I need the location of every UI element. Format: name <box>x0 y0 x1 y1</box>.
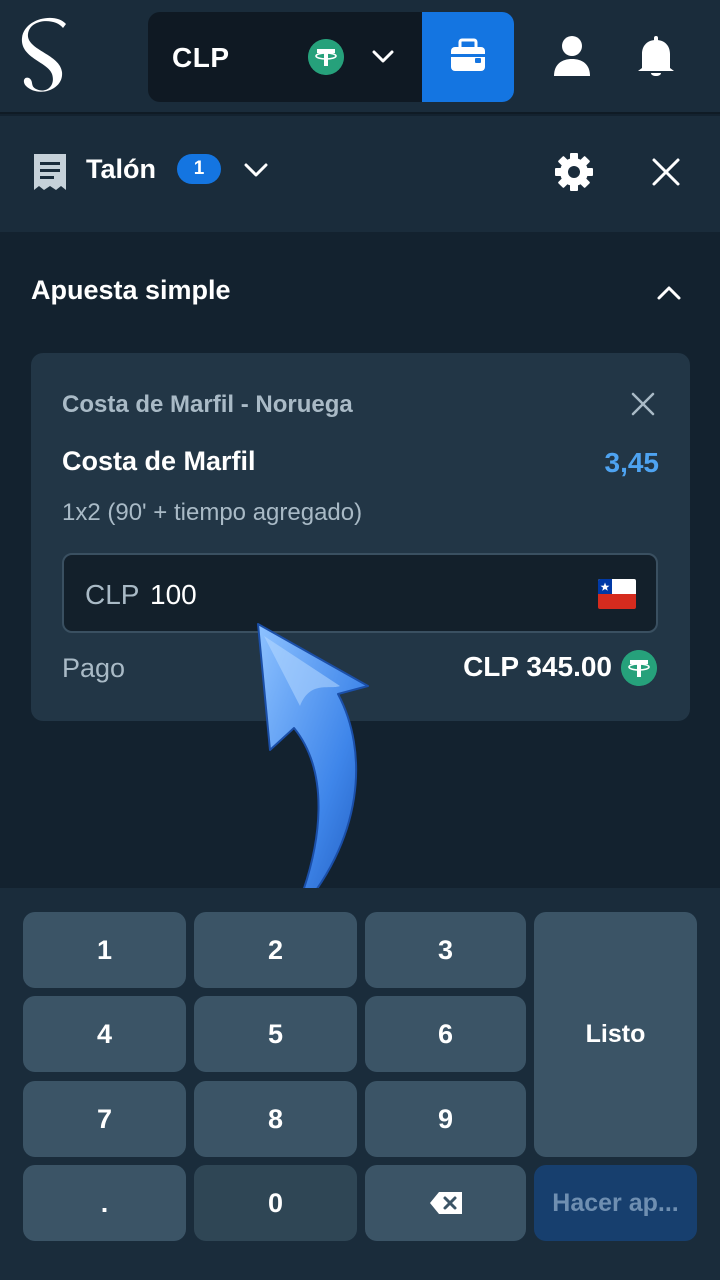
pointer-arrow-icon <box>257 623 369 921</box>
key-9[interactable]: 9 <box>365 1081 526 1157</box>
stake-currency: CLP <box>85 579 140 610</box>
key-8[interactable]: 8 <box>194 1081 357 1157</box>
odds-value: 3,45 <box>604 447 660 478</box>
gear-icon[interactable] <box>554 152 594 192</box>
backspace-icon <box>429 1192 462 1214</box>
backspace-key[interactable] <box>365 1165 526 1241</box>
key-6[interactable]: 6 <box>365 996 526 1072</box>
key-1[interactable]: 1 <box>23 912 186 988</box>
match-name: Costa de Marfil - Noruega <box>62 391 353 418</box>
key-decimal[interactable]: . <box>23 1165 186 1241</box>
place-bet-button[interactable]: Hacer ap... <box>534 1165 697 1241</box>
payout-value: CLP 345.00 <box>463 651 612 682</box>
wallet-button[interactable] <box>422 12 514 102</box>
currency-selector[interactable]: CLP <box>148 12 424 102</box>
chevron-down-icon <box>372 50 394 63</box>
tether-icon <box>621 650 657 686</box>
done-button[interactable]: Listo <box>534 912 697 1157</box>
key-0[interactable]: 0 <box>194 1165 357 1241</box>
market-name: 1x2 (90' + tiempo agregado) <box>62 499 363 526</box>
numeric-keypad: 1 2 3 4 5 6 7 8 9 . 0 Listo Hacer ap... <box>0 888 720 1280</box>
betslip-title[interactable]: Talón <box>86 154 156 185</box>
chevron-down-icon[interactable] <box>240 154 272 186</box>
betslip-header: Talón 1 <box>0 116 720 232</box>
payout-label: Pago <box>62 653 126 683</box>
selection-name: Costa de Marfil <box>62 446 256 476</box>
tether-icon <box>308 39 344 75</box>
stake-value: 100 <box>150 579 197 610</box>
user-icon[interactable] <box>548 32 596 80</box>
key-3[interactable]: 3 <box>365 912 526 988</box>
key-2[interactable]: 2 <box>194 912 357 988</box>
key-4[interactable]: 4 <box>23 996 186 1072</box>
remove-bet-icon[interactable] <box>629 390 657 418</box>
key-7[interactable]: 7 <box>23 1081 186 1157</box>
key-5[interactable]: 5 <box>194 996 357 1072</box>
chile-flag-icon <box>598 579 636 609</box>
section-title[interactable]: Apuesta simple <box>31 275 231 306</box>
currency-label: CLP <box>172 42 230 73</box>
receipt-icon <box>34 154 66 190</box>
chevron-up-icon[interactable] <box>652 276 686 310</box>
bell-icon[interactable] <box>632 32 680 80</box>
betslip-count-badge: 1 <box>177 154 221 184</box>
wallet-icon <box>451 38 485 71</box>
top-bar: CLP <box>0 0 720 114</box>
close-icon[interactable] <box>648 154 684 190</box>
logo-icon[interactable] <box>16 14 76 100</box>
